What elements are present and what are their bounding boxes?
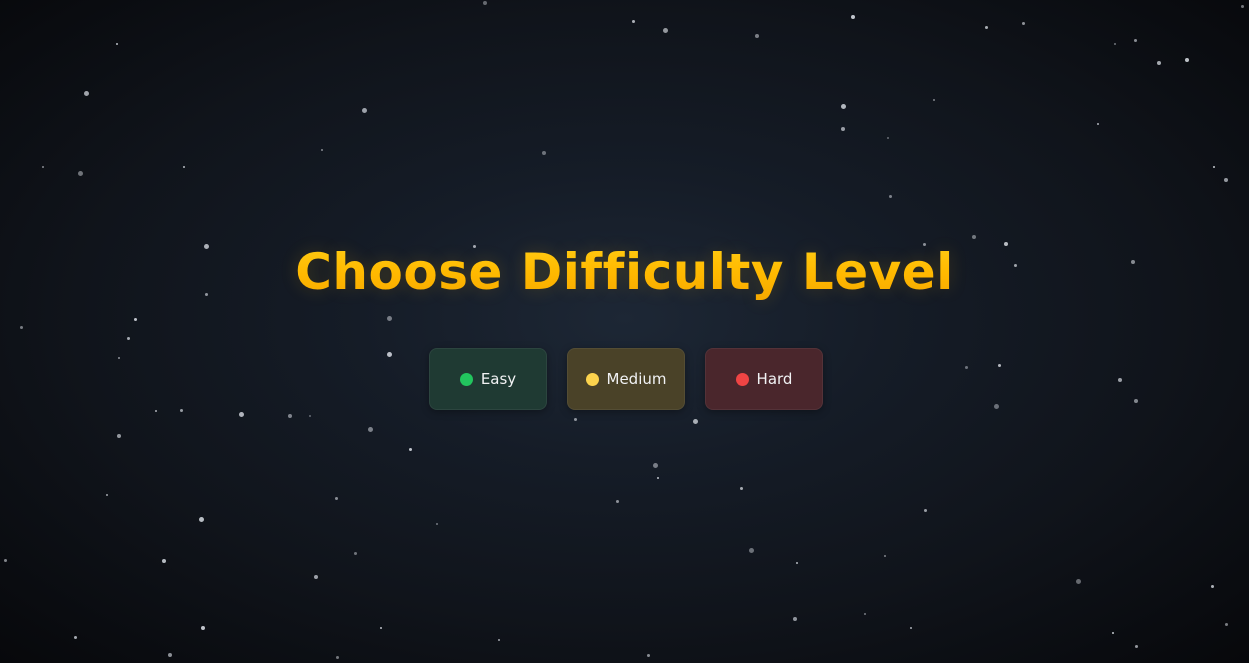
star xyxy=(1134,399,1138,403)
star xyxy=(652,462,658,468)
star xyxy=(923,508,927,512)
star xyxy=(615,499,619,503)
star xyxy=(1224,622,1228,626)
star xyxy=(1185,58,1189,62)
star xyxy=(179,408,183,412)
star xyxy=(155,410,157,412)
star xyxy=(755,34,759,38)
star xyxy=(116,43,118,45)
star xyxy=(83,90,89,96)
star xyxy=(19,325,23,329)
star xyxy=(408,447,412,451)
yellow-dot-icon xyxy=(585,372,599,386)
easy-button[interactable]: Easy xyxy=(429,348,547,410)
star xyxy=(117,434,121,438)
star xyxy=(335,655,339,659)
star xyxy=(1224,178,1228,182)
star xyxy=(367,426,373,432)
star xyxy=(657,477,659,479)
star xyxy=(692,418,698,424)
star xyxy=(321,149,323,151)
star xyxy=(1157,61,1161,65)
star xyxy=(1021,21,1025,25)
star xyxy=(42,166,44,168)
star xyxy=(646,653,650,657)
star xyxy=(77,170,83,176)
star xyxy=(1114,43,1116,45)
star xyxy=(662,27,668,33)
star xyxy=(183,166,185,168)
star xyxy=(573,417,577,421)
star xyxy=(1133,38,1137,42)
hard-label: Hard xyxy=(756,370,793,388)
star xyxy=(380,627,382,629)
star xyxy=(748,547,754,553)
star xyxy=(793,617,797,621)
star xyxy=(739,486,743,490)
star xyxy=(498,639,500,641)
star xyxy=(1134,644,1138,648)
star xyxy=(288,414,292,418)
star xyxy=(631,19,635,23)
star xyxy=(1210,584,1214,588)
star xyxy=(1097,123,1099,125)
star xyxy=(168,653,172,657)
star xyxy=(1118,378,1122,382)
star xyxy=(238,411,244,417)
easy-label: Easy xyxy=(480,370,517,388)
star xyxy=(361,107,367,113)
hard-button[interactable]: Hard xyxy=(705,348,823,410)
star xyxy=(133,317,137,321)
star xyxy=(334,496,338,500)
star xyxy=(483,1,487,5)
star xyxy=(840,103,846,109)
star xyxy=(997,363,1001,367)
star xyxy=(887,137,889,139)
star xyxy=(309,415,311,417)
star xyxy=(542,151,546,155)
star xyxy=(993,403,999,409)
star xyxy=(841,127,845,131)
star xyxy=(910,627,912,629)
star xyxy=(162,559,166,563)
star xyxy=(118,357,120,359)
star xyxy=(126,336,130,340)
star xyxy=(73,635,77,639)
star xyxy=(964,365,968,369)
star xyxy=(1112,632,1114,634)
star xyxy=(864,613,866,615)
star xyxy=(3,558,7,562)
medium-button[interactable]: Medium xyxy=(567,348,685,410)
star xyxy=(198,516,204,522)
star xyxy=(353,551,357,555)
medium-label: Medium xyxy=(606,370,667,388)
star xyxy=(984,25,988,29)
green-dot-icon xyxy=(459,372,473,386)
star xyxy=(386,351,392,357)
star xyxy=(1075,578,1081,584)
star xyxy=(436,523,438,525)
star xyxy=(851,15,855,19)
star xyxy=(884,555,886,557)
star xyxy=(314,575,318,579)
star xyxy=(1213,166,1215,168)
star xyxy=(888,194,892,198)
difficulty-select-screen: Choose Difficulty Level Easy Medium Hard xyxy=(0,0,1249,663)
star xyxy=(386,315,392,321)
star xyxy=(933,99,935,101)
star xyxy=(1240,4,1244,8)
star xyxy=(201,626,205,630)
star xyxy=(796,562,798,564)
difficulty-options: Easy Medium Hard xyxy=(429,348,823,410)
red-dot-icon xyxy=(735,372,749,386)
starfield-background xyxy=(0,0,1249,663)
page-title: Choose Difficulty Level xyxy=(0,236,1249,308)
star xyxy=(106,494,108,496)
